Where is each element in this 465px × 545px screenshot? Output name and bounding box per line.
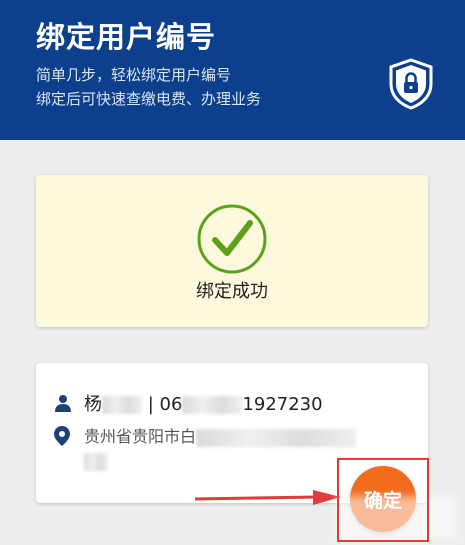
check-circle-icon xyxy=(197,204,267,274)
page-header: 绑定用户编号 简单几步，轻松绑定用户编号 绑定后可快速查缴电费、办理业务 xyxy=(0,0,465,140)
address-redaction-1 xyxy=(196,428,357,447)
name-separator: | xyxy=(142,394,160,415)
page-title: 绑定用户编号 xyxy=(36,20,217,54)
header-subtitle-1: 简单几步，轻松绑定用户编号 xyxy=(36,66,232,84)
account-number-prefix: 06 xyxy=(159,394,183,415)
shield-lock-icon xyxy=(389,58,433,110)
account-name: 杨 xyxy=(84,394,102,415)
address-visible: 贵州省贵阳市白 xyxy=(84,427,197,446)
highlight-box xyxy=(337,458,429,542)
account-address: 贵州省贵阳市白 xyxy=(84,425,357,473)
user-icon xyxy=(55,395,71,412)
location-pin-icon xyxy=(54,426,70,446)
account-user-row: 杨 | 06 1927230 xyxy=(54,391,323,415)
name-redaction xyxy=(102,396,142,414)
bind-success-card: 绑定成功 xyxy=(36,175,428,327)
header-subtitle-2: 绑定后可快速查缴电费、办理业务 xyxy=(36,90,262,108)
address-redaction-2 xyxy=(84,452,108,471)
account-holder-line: 杨 | 06 1927230 xyxy=(84,390,323,416)
arrow-annotation-icon xyxy=(195,490,341,505)
number-redaction xyxy=(182,396,243,414)
account-number-suffix: 1927230 xyxy=(242,394,323,415)
success-message: 绑定成功 xyxy=(196,281,268,302)
